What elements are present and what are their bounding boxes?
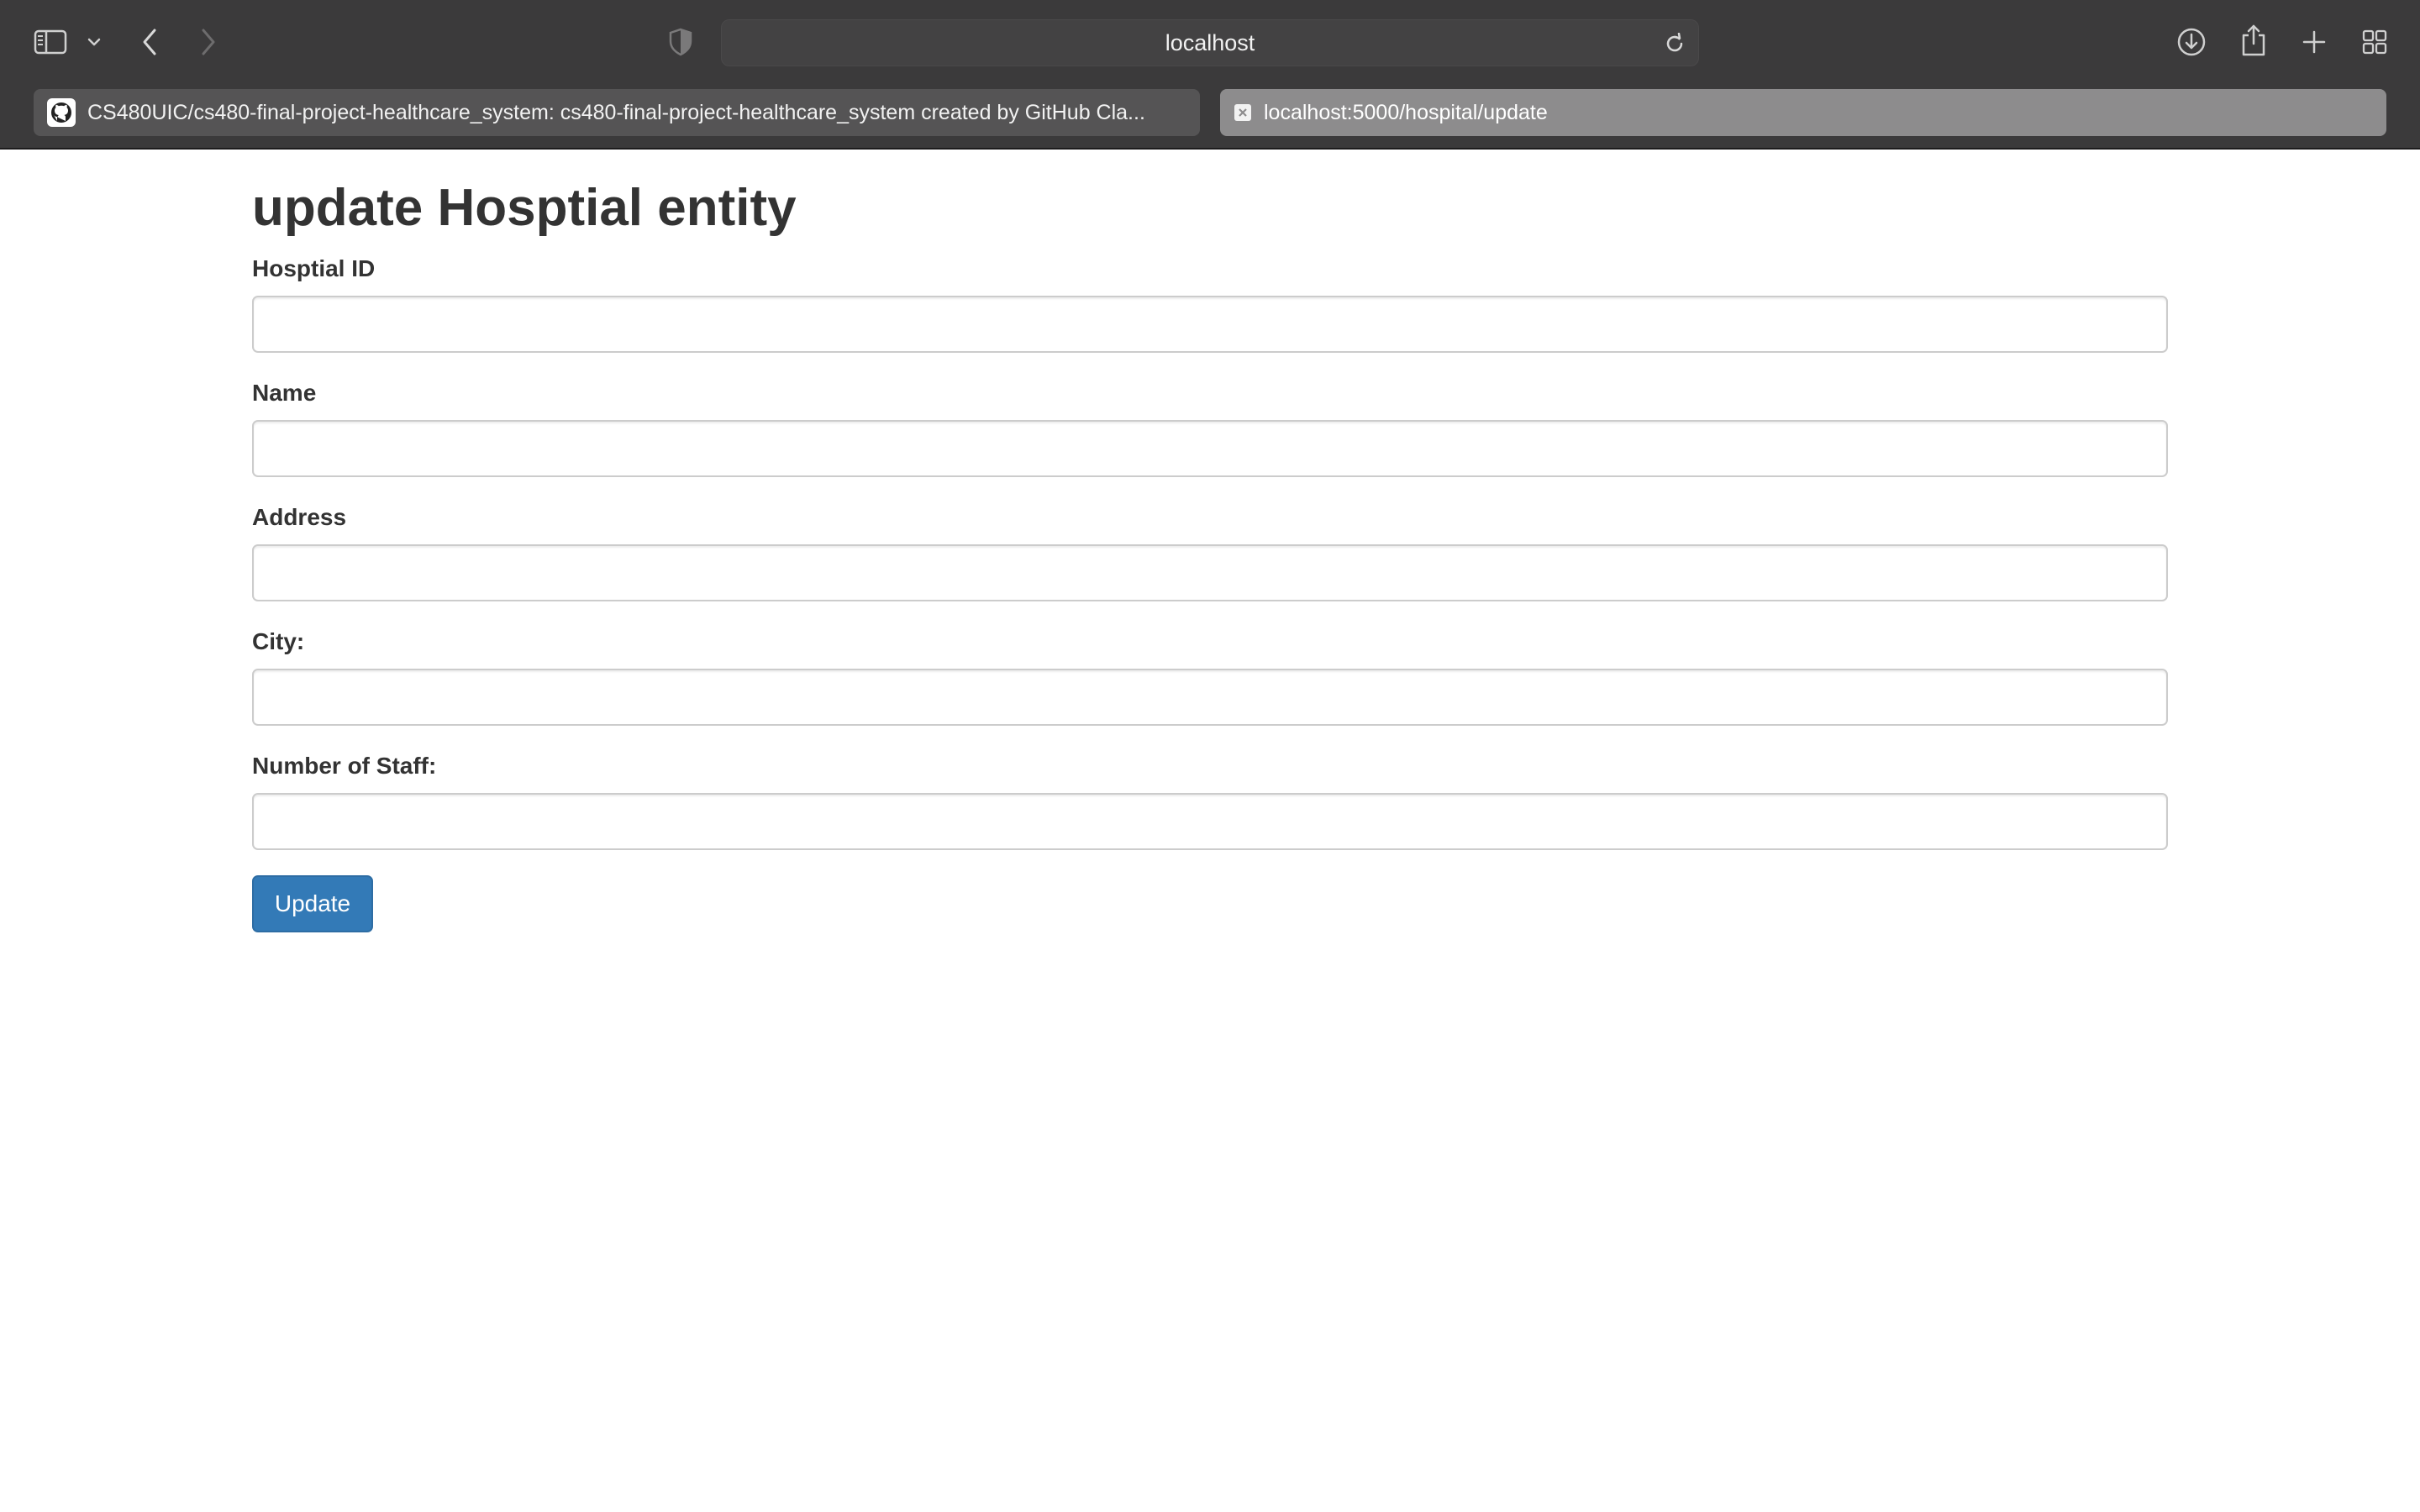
- shield-icon[interactable]: [666, 27, 696, 57]
- address-label: Address: [252, 504, 347, 530]
- page-viewport: update Hosptial entity Hosptial ID Name …: [0, 151, 2420, 1512]
- tab-github-repo[interactable]: CS480UIC/cs480-final-project-healthcare_…: [34, 89, 1200, 136]
- tab-hospital-update[interactable]: localhost:5000/hospital/update: [1220, 89, 2386, 136]
- browser-toolbar: localhost: [0, 0, 2420, 86]
- reload-icon[interactable]: [1661, 30, 1688, 57]
- tab-title: localhost:5000/hospital/update: [1264, 100, 1548, 124]
- blank-page-icon: [1234, 103, 1252, 122]
- grid-icon[interactable]: [2360, 27, 2390, 57]
- address-text: localhost: [1165, 29, 1255, 55]
- tab-title: CS480UIC/cs480-final-project-healthcare_…: [87, 100, 1145, 124]
- address-bar[interactable]: localhost: [721, 19, 1699, 66]
- hospital-id-input[interactable]: [252, 296, 2168, 353]
- number-of-staff-input[interactable]: [252, 793, 2168, 850]
- plus-icon[interactable]: [2299, 27, 2329, 57]
- update-button[interactable]: Update: [252, 875, 373, 932]
- address-input[interactable]: [252, 544, 2168, 601]
- download-icon[interactable]: [2175, 25, 2208, 59]
- sidebar-icon[interactable]: [32, 27, 69, 57]
- tab-bar: CS480UIC/cs480-final-project-healthcare_…: [0, 86, 2420, 150]
- number-of-staff-label: Number of Staff:: [252, 753, 437, 779]
- page-title: update Hosptial entity: [252, 179, 797, 237]
- back-arrow-icon[interactable]: [136, 25, 163, 59]
- name-label: Name: [252, 380, 317, 406]
- chevron-down-icon[interactable]: [84, 32, 104, 52]
- share-icon[interactable]: [2238, 22, 2269, 59]
- github-icon: [47, 98, 76, 127]
- browser-chrome: localhost CS480UIC/cs480-final-project-h…: [0, 0, 2420, 150]
- hospital-id-label: Hosptial ID: [252, 255, 376, 281]
- forward-arrow-icon[interactable]: [195, 25, 222, 59]
- city-input[interactable]: [252, 669, 2168, 726]
- city-label: City:: [252, 628, 305, 654]
- name-input[interactable]: [252, 420, 2168, 477]
